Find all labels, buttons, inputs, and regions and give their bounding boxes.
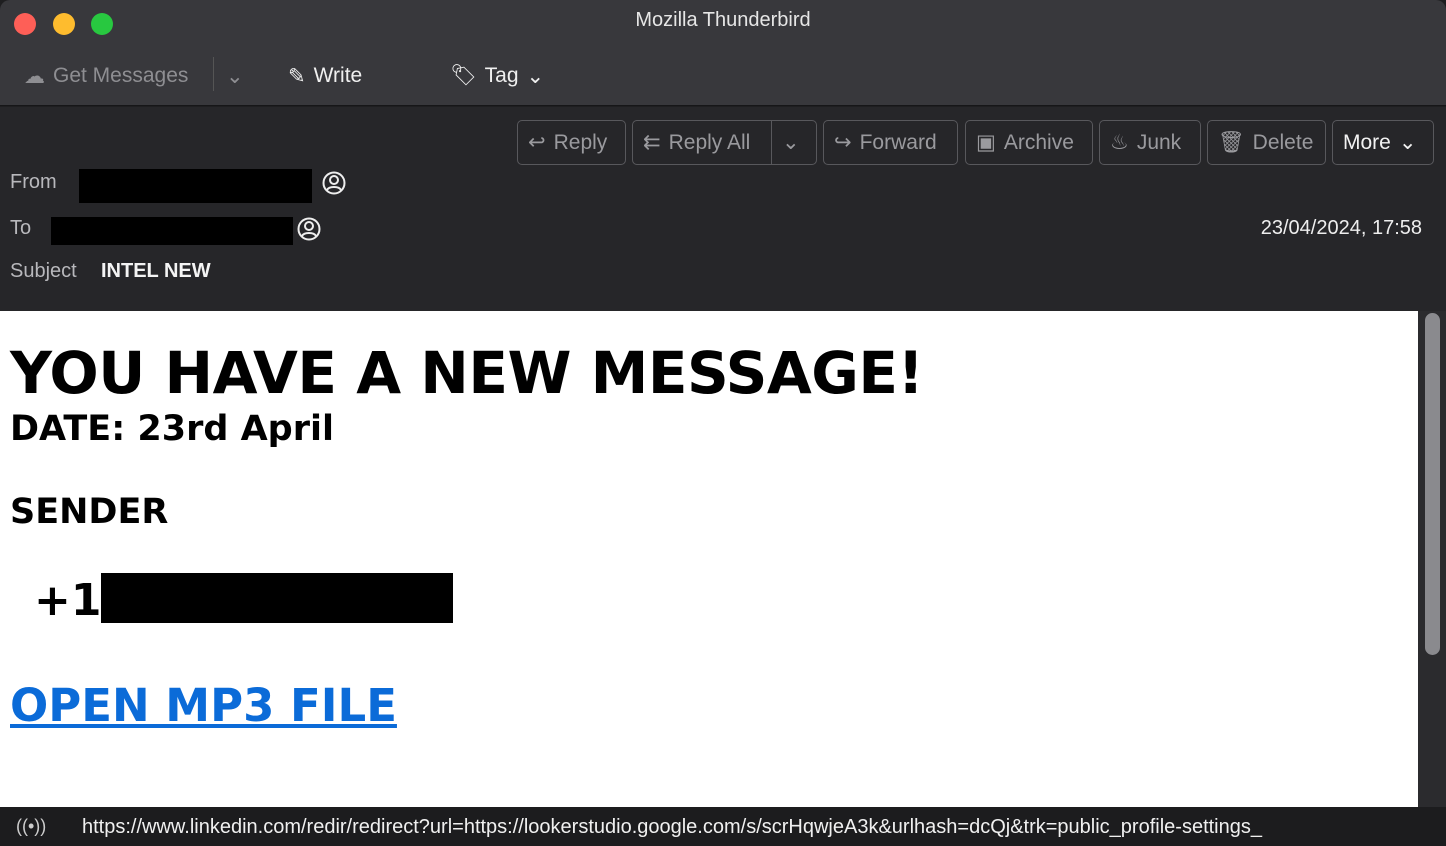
redacted-from-address <box>79 169 312 203</box>
reply-button[interactable]: ↩ Reply <box>517 120 626 165</box>
subject-label: Subject <box>10 260 77 282</box>
reply-all-button[interactable]: ⇇ Reply All <box>632 120 772 165</box>
window-title: Mozilla Thunderbird <box>635 9 811 31</box>
to-label: To <box>10 217 32 239</box>
junk-button[interactable]: ♨ Junk <box>1099 120 1201 165</box>
redacted-phone-number <box>101 573 453 623</box>
contact-icon[interactable] <box>297 217 321 241</box>
delete-label: Delete <box>1252 130 1314 154</box>
get-messages-button[interactable]: ☁ Get Messages <box>24 58 188 94</box>
broadcast-icon: ((•)) <box>16 816 47 836</box>
junk-label: Junk <box>1136 130 1182 154</box>
tag-label: Tag <box>484 64 519 87</box>
flame-icon: ♨ <box>1110 131 1129 154</box>
message-date: 23/04/2024, 17:58 <box>1260 217 1422 239</box>
tag-icon: 🏷 <box>450 64 477 87</box>
archive-icon: ▣ <box>976 131 996 154</box>
reply-all-icon: ⇇ <box>643 131 661 154</box>
more-button[interactable]: More ⌄ <box>1332 120 1434 165</box>
chevron-down-icon: ⌄ <box>782 131 800 154</box>
trash-icon: 🗑 <box>1218 130 1245 154</box>
cloud-download-icon: ☁ <box>24 64 45 88</box>
message-date-line: DATE: 23rd April <box>10 409 334 449</box>
more-label: More <box>1343 130 1391 154</box>
archive-button[interactable]: ▣ Archive <box>965 120 1093 165</box>
message-body: YOU HAVE A NEW MESSAGE! DATE: 23rd April… <box>0 311 1418 807</box>
write-label: Write <box>313 64 363 87</box>
open-mp3-link[interactable]: OPEN MP3 FILE <box>10 679 397 732</box>
status-bar: ((•)) https://www.linkedin.com/redir/red… <box>0 807 1446 846</box>
chevron-down-icon: ⌄ <box>1398 131 1417 154</box>
pencil-icon: ✎ <box>288 64 306 88</box>
get-messages-dropdown[interactable]: ⌄ <box>226 58 244 94</box>
from-label: From <box>10 171 57 193</box>
sender-phone-prefix: +1 <box>34 575 102 626</box>
write-button[interactable]: ✎ Write <box>288 58 362 94</box>
subject-value: INTEL NEW <box>101 260 211 282</box>
get-messages-label: Get Messages <box>53 64 189 87</box>
delete-button[interactable]: 🗑 Delete <box>1207 120 1326 165</box>
tag-button[interactable]: 🏷 Tag ⌄ <box>450 58 544 94</box>
toolbar-divider <box>213 57 214 91</box>
reply-all-label: Reply All <box>668 130 751 154</box>
chevron-down-icon: ⌄ <box>226 64 244 88</box>
reply-icon: ↩ <box>528 131 546 154</box>
sender-heading: SENDER <box>10 492 169 532</box>
reply-all-dropdown[interactable]: ⌄ <box>771 120 817 165</box>
message-headline: YOU HAVE A NEW MESSAGE! <box>10 339 924 407</box>
forward-icon: ↪ <box>834 131 852 154</box>
title-bar: Mozilla Thunderbird ☁ Get Messages ⌄ ✎ W… <box>0 0 1446 106</box>
forward-label: Forward <box>859 130 937 154</box>
status-url: https://www.linkedin.com/redir/redirect?… <box>82 816 1262 838</box>
redacted-to-address <box>51 217 293 245</box>
contact-icon[interactable] <box>322 171 346 195</box>
scrollbar-thumb[interactable] <box>1425 313 1440 655</box>
chevron-down-icon: ⌄ <box>526 64 545 88</box>
reply-label: Reply <box>553 130 608 154</box>
archive-label: Archive <box>1003 130 1074 154</box>
forward-button[interactable]: ↪ Forward <box>823 120 958 165</box>
